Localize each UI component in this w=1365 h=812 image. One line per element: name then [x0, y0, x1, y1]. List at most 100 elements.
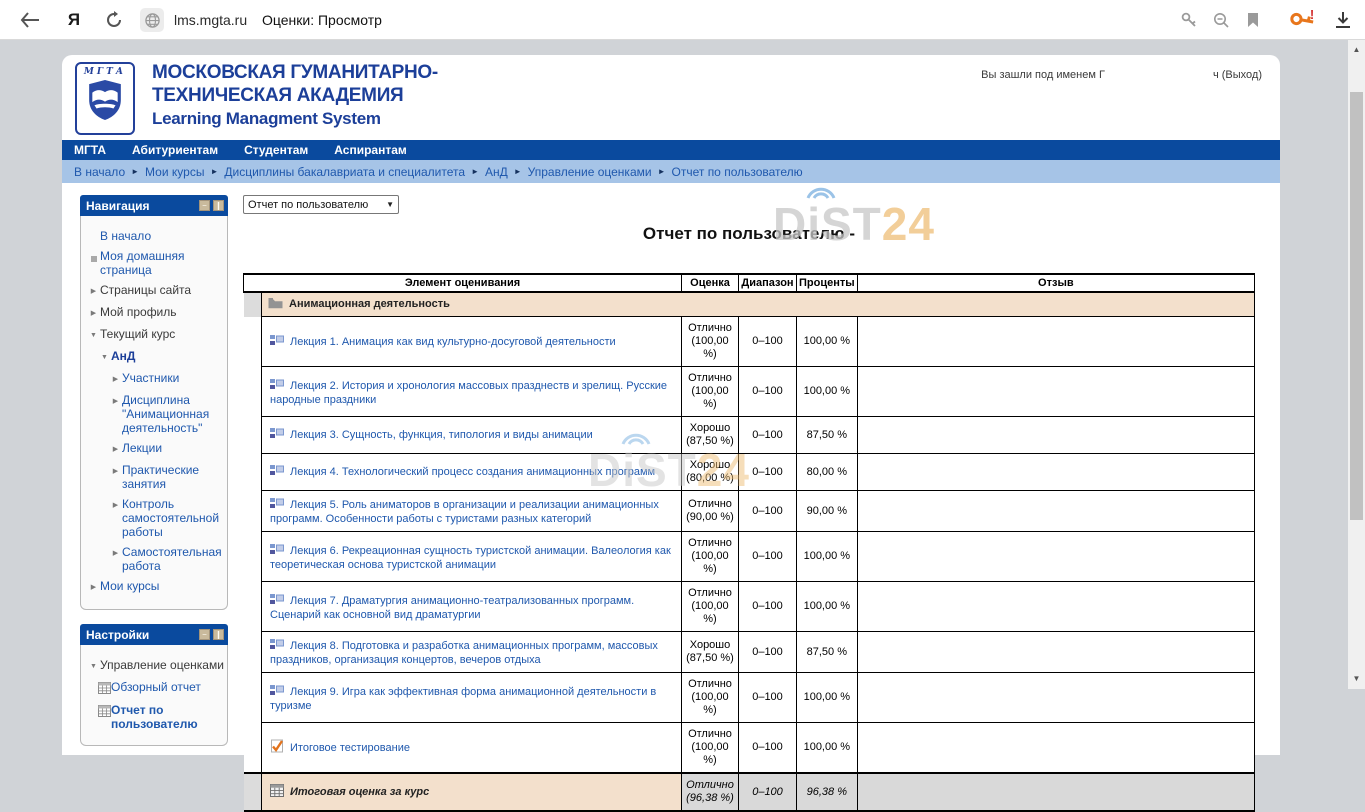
sidebar-item[interactable]: ▶Самостоятельная работа: [84, 545, 224, 573]
scrollbar-thumb[interactable]: [1350, 92, 1363, 520]
grade-item-link[interactable]: Лекция 4. Технологический процесс создан…: [290, 466, 655, 478]
sidebar-item[interactable]: ▼АнД: [84, 349, 224, 365]
dock-block-icon[interactable]: ❙: [213, 629, 224, 640]
collapse-icon[interactable]: ▼: [87, 658, 100, 674]
sidebar-item[interactable]: ▶Мой профиль: [84, 305, 224, 321]
sidebar-item[interactable]: ▶Дисциплина "Анимационная деятельность": [84, 393, 224, 435]
zoom-icon[interactable]: [1204, 0, 1238, 40]
scroll-down-icon[interactable]: ▼: [1348, 671, 1365, 687]
sidebar-item[interactable]: Моя домашняя страница: [84, 249, 224, 277]
page-scrollbar[interactable]: ▲ ▼: [1348, 40, 1365, 689]
grade-item-link[interactable]: Лекция 2. История и хронология массовых …: [270, 380, 667, 406]
column-header-range: Диапазон: [739, 274, 797, 292]
scroll-up-icon[interactable]: ▲: [1348, 42, 1365, 58]
sidebar-item[interactable]: ▼Текущий курс: [84, 327, 224, 343]
collapse-block-icon[interactable]: −: [199, 200, 210, 211]
grade-cell: Отлично(100,00 %): [682, 673, 739, 723]
sidebar-item-label[interactable]: Лекции: [122, 441, 162, 455]
logout-link[interactable]: (Выход): [1222, 69, 1262, 81]
sidebar-item-label[interactable]: Контроль самостоятельной работы: [122, 497, 224, 539]
feedback-cell: [857, 582, 1254, 632]
breadcrumb-link[interactable]: АнД: [485, 165, 508, 179]
spacer: [87, 229, 100, 231]
expand-icon[interactable]: ▶: [109, 371, 122, 387]
sidebar-item-label[interactable]: Мои курсы: [100, 579, 159, 593]
percent-cell: 100,00 %: [797, 582, 858, 632]
category-label: Анимационная деятельность: [289, 298, 450, 310]
sidebar-item-label[interactable]: Участники: [122, 371, 179, 385]
collapse-icon[interactable]: ▼: [87, 327, 100, 343]
expand-icon[interactable]: ▶: [109, 497, 122, 513]
percent-cell: 87,50 %: [797, 417, 858, 454]
expand-icon[interactable]: ▶: [109, 545, 122, 561]
sidebar-item[interactable]: ▶Участники: [84, 371, 224, 387]
expand-icon[interactable]: ▶: [87, 579, 100, 595]
sidebar-item-label[interactable]: Обзорный отчет: [111, 680, 201, 694]
report-type-select[interactable]: Отчет по пользователю ▼: [243, 195, 399, 214]
grade-item-link[interactable]: Лекция 8. Подготовка и разработка анимац…: [270, 640, 658, 666]
sidebar-item[interactable]: ▶Контроль самостоятельной работы: [84, 497, 224, 539]
collapse-icon[interactable]: ▼: [98, 349, 111, 365]
back-button[interactable]: [10, 0, 50, 40]
breadcrumb-link[interactable]: Отчет по пользователю: [672, 165, 803, 179]
expand-icon[interactable]: ▶: [109, 463, 122, 479]
key-icon[interactable]: [1172, 0, 1206, 40]
dock-block-icon[interactable]: ❙: [213, 200, 224, 211]
sidebar-item-label[interactable]: АнД: [111, 349, 135, 363]
grade-item-link[interactable]: Лекция 3. Сущность, функция, типология и…: [290, 429, 593, 441]
sidebar-item[interactable]: В начало: [84, 229, 224, 243]
sidebar: Навигация−❙В началоМоя домашняя страница…: [80, 195, 228, 760]
sidebar-item-label[interactable]: Моя домашняя страница: [100, 249, 224, 277]
sidebar-item[interactable]: ▶Страницы сайта: [84, 283, 224, 299]
percent-cell: 100,00 %: [797, 367, 858, 417]
yandex-icon[interactable]: Я: [56, 0, 92, 40]
bookmark-icon[interactable]: [1236, 0, 1270, 40]
grade-row: Лекция 3. Сущность, функция, типология и…: [244, 417, 1255, 454]
grade-row: Лекция 6. Рекреационная сущность туристс…: [244, 532, 1255, 582]
sidebar-item[interactable]: Отчет по пользователю: [84, 703, 224, 731]
sidebar-item-label[interactable]: Самостоятельная работа: [122, 545, 224, 573]
sidebar-item[interactable]: ▶Практические занятия: [84, 463, 224, 491]
password-manager-icon[interactable]: !: [1284, 0, 1320, 40]
topnav-item[interactable]: Абитуриентам: [132, 143, 218, 157]
topnav-item[interactable]: Аспирантам: [334, 143, 407, 157]
sidebar-item-label[interactable]: В начало: [100, 229, 151, 243]
sidebar-item[interactable]: ▶Лекции: [84, 441, 224, 457]
range-cell: 0–100: [739, 773, 797, 811]
feedback-cell: [857, 491, 1254, 532]
breadcrumb-link[interactable]: Мои курсы: [145, 165, 204, 179]
grade-cell: Хорошо(87,50 %): [682, 417, 739, 454]
grade-item-link[interactable]: Лекция 5. Роль аниматоров в организации …: [270, 499, 659, 525]
sidebar-item[interactable]: ▼Управление оценками: [84, 658, 224, 674]
topnav-item[interactable]: Студентам: [244, 143, 308, 157]
expand-icon[interactable]: ▶: [87, 305, 100, 321]
grade-item-link[interactable]: Лекция 1. Анимация как вид культурно-дос…: [290, 336, 616, 348]
collapse-block-icon[interactable]: −: [199, 629, 210, 640]
topnav-item[interactable]: МГТА: [74, 143, 106, 157]
expand-icon[interactable]: ▶: [109, 393, 122, 409]
site-title: МОСКОВСКАЯ ГУМАНИТАРНО- ТЕХНИЧЕСКАЯ АКАД…: [152, 61, 438, 130]
site-security-icon[interactable]: [140, 8, 164, 32]
breadcrumb-link[interactable]: Управление оценками: [528, 165, 652, 179]
address-bar-url[interactable]: lms.mgta.ru: [174, 0, 247, 40]
download-icon[interactable]: [1326, 0, 1360, 40]
reload-button[interactable]: [96, 0, 132, 40]
block-body: ▼Управление оценками Обзорный отчет Отчет …: [80, 645, 228, 746]
sidebar-item-label[interactable]: Практические занятия: [122, 463, 224, 491]
expand-icon[interactable]: ▶: [109, 441, 122, 457]
grade-item-link[interactable]: Лекция 9. Игра как эффективная форма ани…: [270, 686, 656, 712]
browser-toolbar: Я lms.mgta.ru Оценки: Просмотр !: [0, 0, 1365, 40]
expand-icon[interactable]: ▶: [87, 283, 100, 299]
grade-item-link[interactable]: Итоговое тестирование: [290, 742, 410, 754]
breadcrumb-link[interactable]: Дисциплины бакалавриата и специалитета: [224, 165, 465, 179]
grade-item-link[interactable]: Лекция 7. Драматургия анимационно-театра…: [270, 595, 634, 621]
login-info: Вы зашли под именем Гч (Выход): [981, 69, 1262, 81]
grade-row: Лекция 7. Драматургия анимационно-театра…: [244, 582, 1255, 632]
chevron-down-icon: ▼: [386, 200, 394, 209]
sidebar-item-label[interactable]: Отчет по пользователю: [111, 703, 224, 731]
feedback-cell: [857, 532, 1254, 582]
breadcrumb-link[interactable]: В начало: [74, 165, 125, 179]
sidebar-item-label[interactable]: Дисциплина "Анимационная деятельность": [122, 393, 224, 435]
sidebar-item[interactable]: ▶Мои курсы: [84, 579, 224, 595]
grade-item-link[interactable]: Лекция 6. Рекреационная сущность туристс…: [270, 545, 671, 571]
